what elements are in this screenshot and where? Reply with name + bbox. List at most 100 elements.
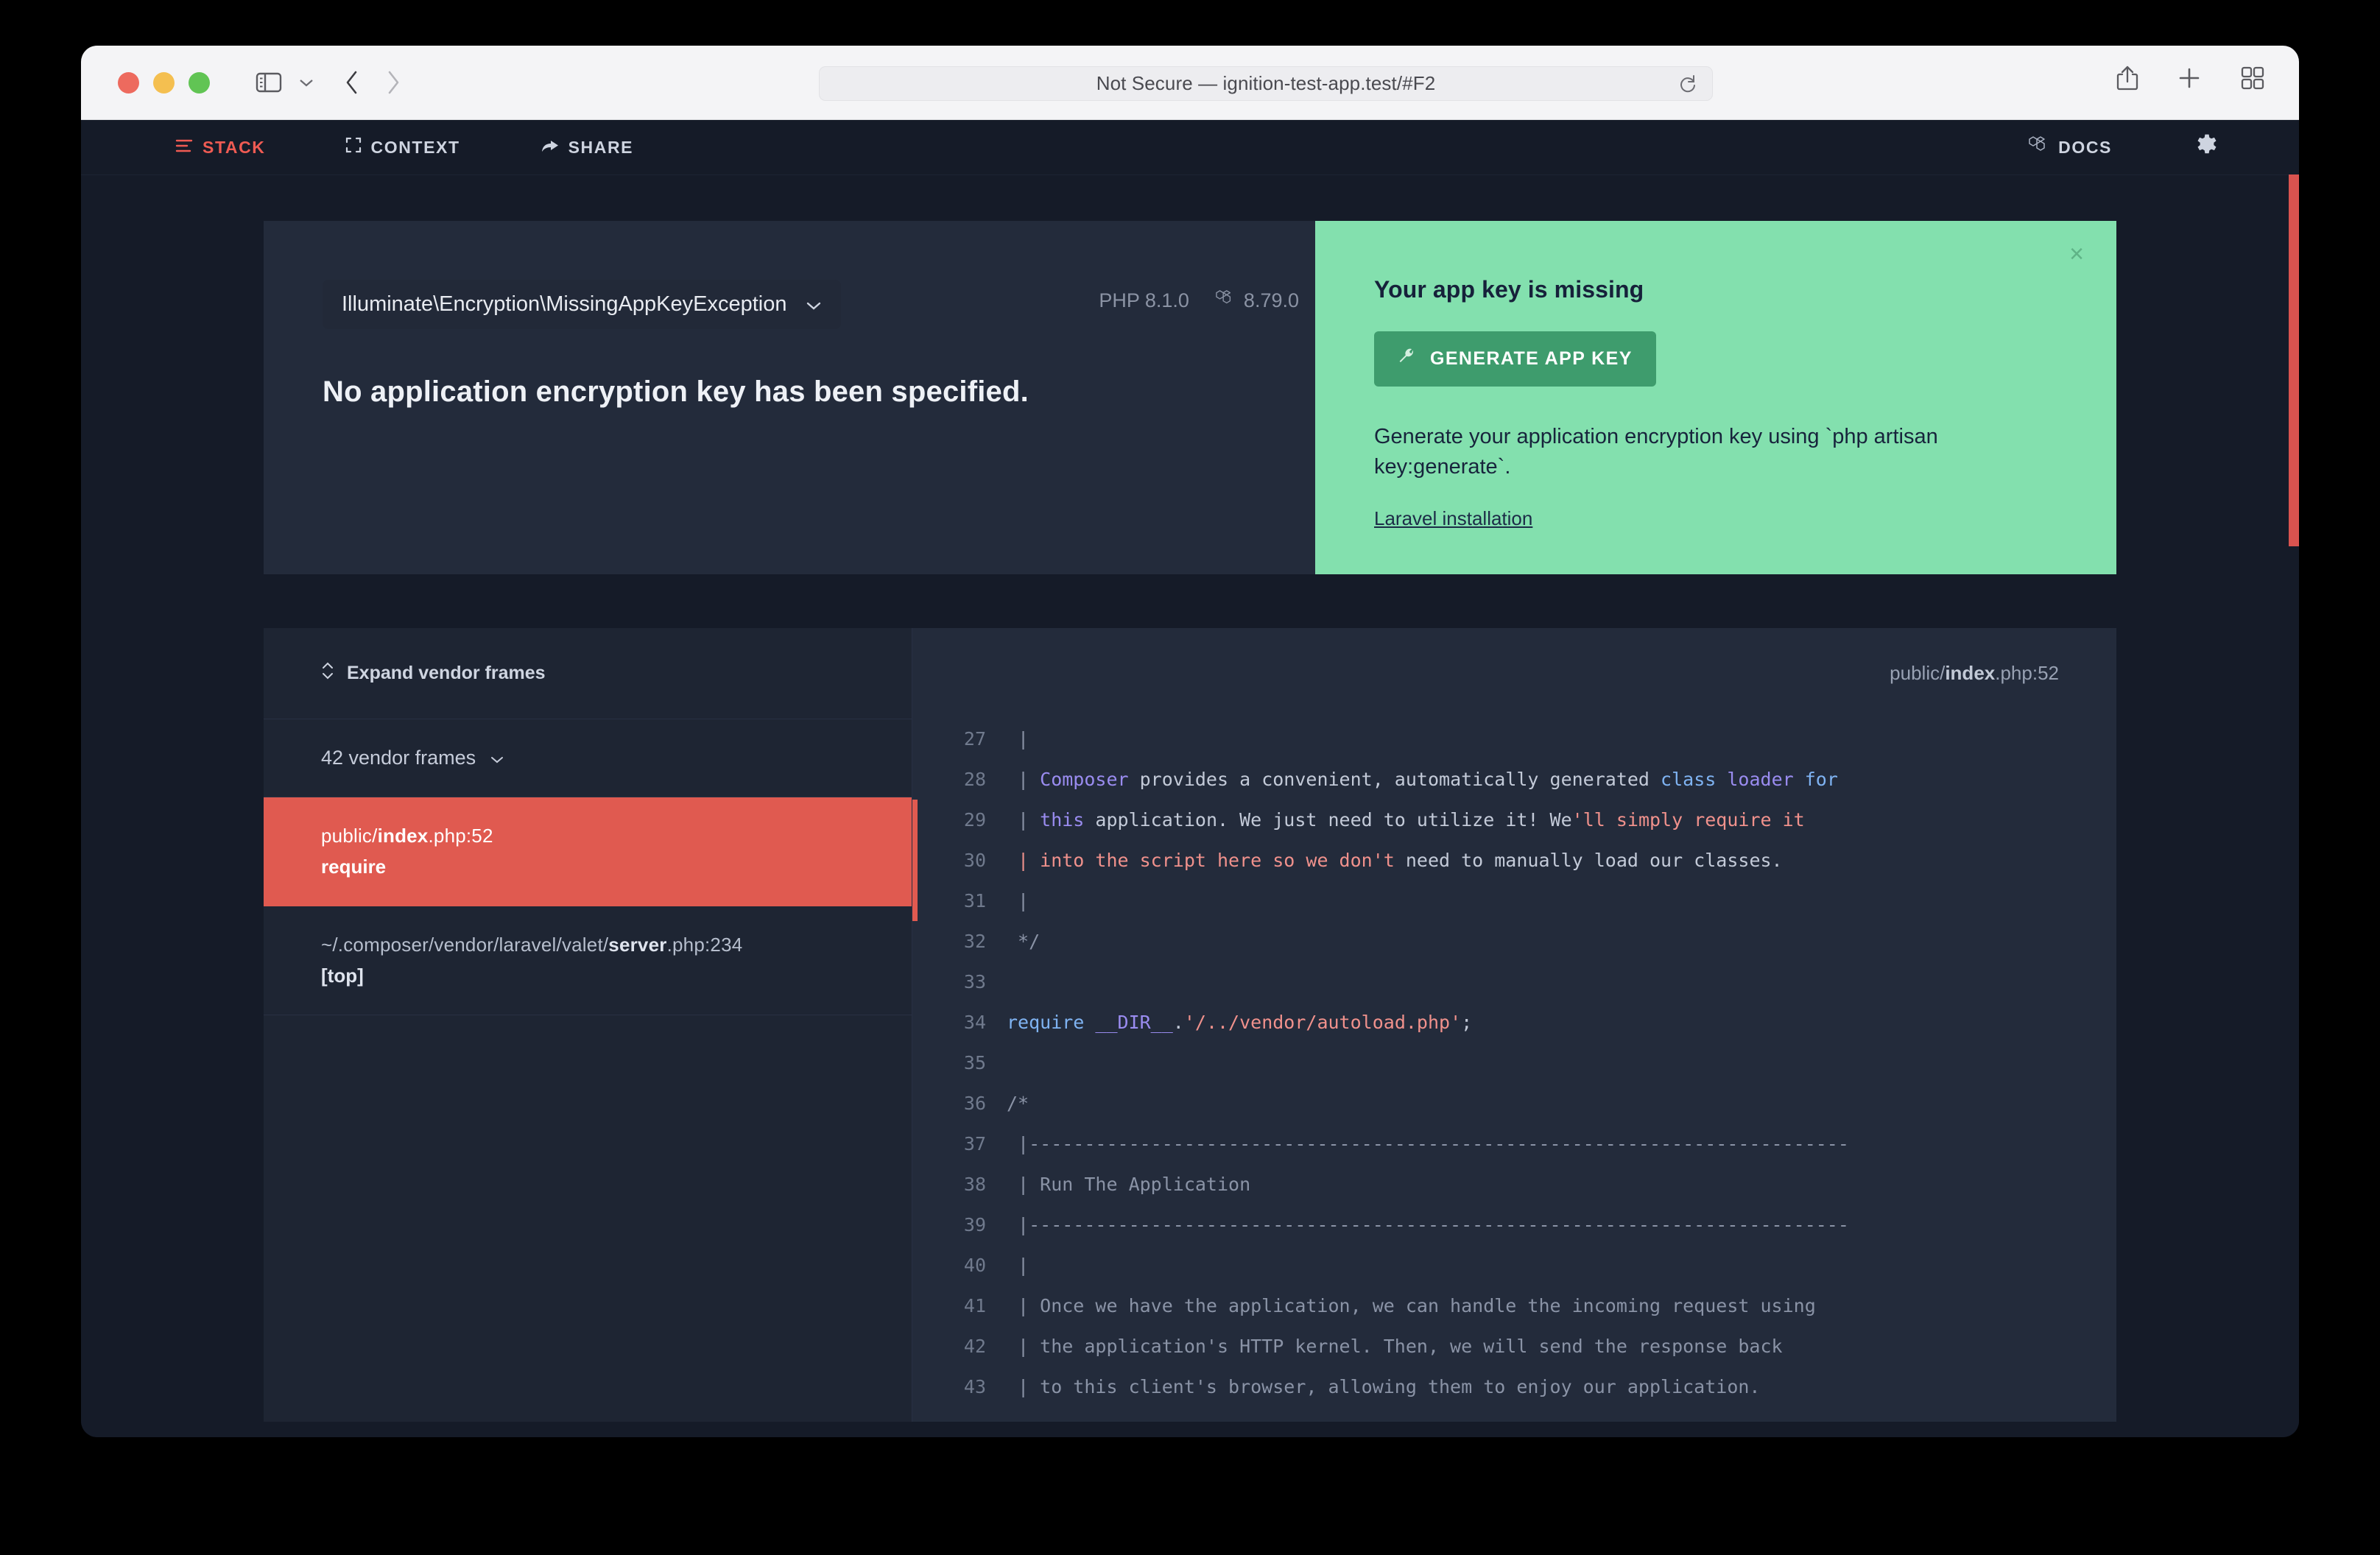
code-line: 32 */ [912,921,2116,962]
frame-path: ~/.composer/vendor/laravel/valet/server.… [321,934,743,956]
frame-row[interactable]: public/index.php:52 require [264,797,912,907]
line-number: 38 [963,1174,986,1196]
code-column: public/index .php:52 27 | 28 | Composer p… [912,628,2116,1422]
frame-callable: require [321,856,387,878]
code-line: 30 | into the script here so we don't ne… [912,840,2116,881]
line-number: 29 [963,809,986,831]
line-number: 36 [963,1093,986,1115]
minimize-window-button[interactable] [153,71,175,94]
address-bar[interactable]: Not Secure — ignition-test-app.test/#F2 [819,66,1713,101]
wrench-icon [1398,348,1415,370]
frames-column: Expand vendor frames 42 vendor frames pu… [264,628,912,1422]
code-line: 27 | [912,719,2116,759]
line-number: 40 [963,1255,986,1277]
frames-list: public/index.php:52 require ~/.composer/ve… [264,797,912,1016]
line-code: */ [1007,931,1041,953]
line-number: 37 [963,1133,986,1155]
line-code: /* [1007,1093,1029,1115]
line-number: 33 [963,971,986,993]
window-traffic-lights [118,71,210,94]
maximize-window-button[interactable] [189,71,210,94]
docs-link[interactable]: DOCS [2028,135,2112,159]
line-code: | into the script here so we don't need … [1007,850,1783,872]
line-number: 39 [963,1214,986,1236]
tab-stack[interactable]: STACK [175,138,266,158]
page-content: Illuminate\Encryption\MissingAppKeyExcep… [81,221,2299,1422]
laravel-version-label: 8.79.0 [1243,289,1299,311]
code-file-header: public/index .php:52 [912,628,2116,719]
up-down-chevron-icon [321,661,334,685]
exception-class-selector[interactable]: Illuminate\Encryption\MissingAppKeyExcep… [323,280,842,329]
version-badges: PHP 8.1.0 8.79.0 [1099,289,1299,312]
expand-vendor-row: Expand vendor frames [264,628,912,720]
exception-card: Illuminate\Encryption\MissingAppKeyExcep… [264,221,2116,575]
close-window-button[interactable] [118,71,139,94]
tab-stack-label: STACK [203,137,266,157]
code-line: 29 | this application. We just need to u… [912,800,2116,841]
ignition-navbar: STACK CONTEXT SHARE DOCS [81,120,2299,175]
grid-icon[interactable] [2240,66,2265,91]
laravel-logo-icon [1215,289,1234,312]
browser-actions [2116,65,2265,91]
forward-arrow-icon[interactable] [385,70,401,95]
share-arrow-icon [541,138,559,158]
generate-app-key-label: GENERATE APP KEY [1430,348,1633,369]
code-file-suffix: .php:52 [1995,662,2059,685]
php-version-label: PHP 8.1.0 [1099,289,1189,311]
solution-title: Your app key is missing [1374,276,1644,303]
tab-share-label: SHARE [568,137,634,157]
code-line: 31 | [912,881,2116,922]
vendor-frames-label: 42 vendor frames [321,747,476,769]
php-version-badge: PHP 8.1.0 [1099,289,1189,312]
line-number: 30 [963,850,986,872]
expand-vendor-frames-toggle[interactable]: Expand vendor frames [321,661,546,685]
line-code: |---------------------------------------… [1007,1214,1849,1236]
docs-label: DOCS [2058,137,2112,157]
plus-icon[interactable] [2177,66,2202,91]
line-number: 43 [963,1376,986,1398]
exception-class-name: Illuminate\Encryption\MissingAppKeyExcep… [342,292,787,316]
line-number: 31 [963,890,986,912]
back-arrow-icon[interactable] [344,70,360,95]
line-number: 32 [963,931,986,953]
chevron-down-icon [806,292,822,317]
exception-summary: Illuminate\Encryption\MissingAppKeyExcep… [264,221,1315,574]
frame-callable: [top] [321,965,364,987]
stack-lines-icon [175,138,193,158]
code-file-name: index [1945,662,1996,685]
code-line: 33 [912,962,2116,1002]
line-code: | Once we have the application, we can h… [1007,1295,1816,1317]
chevron-down-icon[interactable] [298,77,314,88]
chevron-down-icon [490,747,504,769]
stack-panel: Expand vendor frames 42 vendor frames pu… [264,628,2116,1422]
vendor-frames-row[interactable]: 42 vendor frames [264,719,912,798]
solution-description: Generate your application encryption key… [1374,425,1938,479]
ignition-error-page: STACK CONTEXT SHARE DOCS Illuminate\Encr… [81,120,2299,1437]
code-body: 27 | 28 | Composer provides a convenient… [912,719,2116,1422]
code-line: 38 | Run The Application [912,1164,2116,1205]
laravel-installation-link[interactable]: Laravel installation [1374,507,1532,530]
tab-share[interactable]: SHARE [541,138,634,158]
frame-row[interactable]: ~/.composer/vendor/laravel/valet/server.… [264,906,912,1016]
code-line: 39 |------------------------------------… [912,1205,2116,1245]
reload-icon[interactable] [1678,74,1697,98]
gear-icon[interactable] [2194,133,2219,162]
address-text: Not Secure — ignition-test-app.test/#F2 [1096,72,1436,94]
generate-app-key-button[interactable]: GENERATE APP KEY [1374,331,1656,387]
line-number: 41 [963,1295,986,1317]
line-number: 42 [963,1336,986,1358]
code-line: 37 |------------------------------------… [912,1124,2116,1164]
laravel-logo-icon [2028,135,2049,159]
code-file-prefix: public/ [1890,662,1946,685]
line-code: | [1007,1255,1029,1277]
line-code: | this application. We just need to util… [1007,809,1805,831]
close-icon[interactable]: × [2069,241,2084,267]
frame-path: public/index.php:52 [321,825,493,847]
tab-context[interactable]: CONTEXT [345,137,460,158]
line-code: | the application's HTTP kernel. Then, w… [1007,1336,1783,1358]
line-number: 35 [963,1052,986,1074]
line-number: 27 [963,728,986,750]
sidebar-icon[interactable] [256,71,282,94]
share-icon[interactable] [2116,65,2138,91]
line-code: | to this client's browser, allowing the… [1007,1376,1761,1398]
